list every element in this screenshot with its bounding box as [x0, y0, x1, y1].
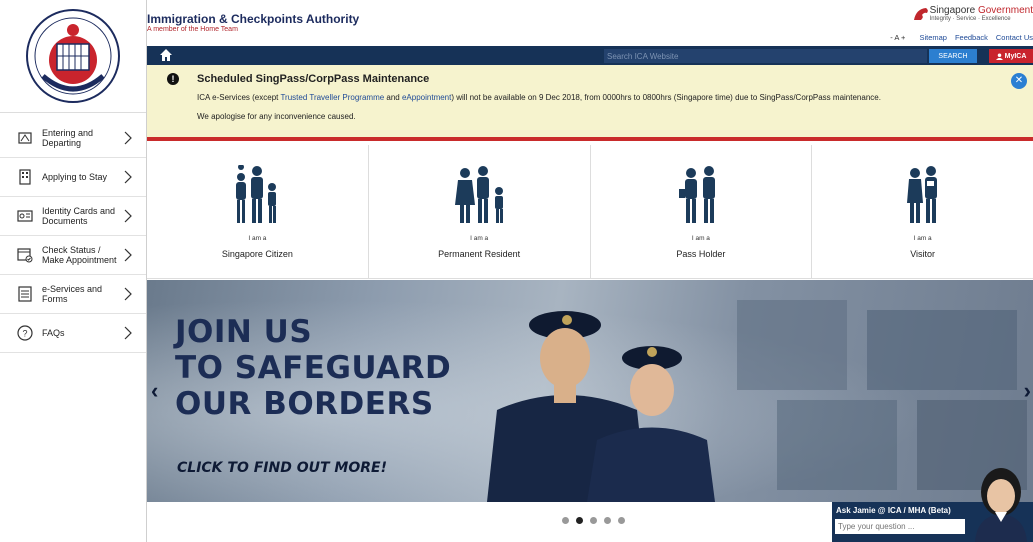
- family-icon: [236, 164, 277, 223]
- persona-prefix: I am a: [913, 235, 932, 242]
- alert-apology: We apologise for any inconvenience cause…: [197, 112, 356, 121]
- eappointment-link[interactable]: eAppointment: [402, 93, 451, 102]
- header: Immigration & Checkpoints Authority A me…: [147, 0, 1033, 45]
- chevron-right-icon: [124, 209, 132, 228]
- close-icon[interactable]: ✕: [1011, 73, 1027, 89]
- next-slide-icon[interactable]: ›: [1024, 378, 1031, 404]
- search-button[interactable]: SEARCH: [929, 49, 977, 63]
- carousel-dot-active[interactable]: [576, 517, 583, 524]
- headline-line: TO SAFEGUARD: [175, 350, 452, 386]
- sidebar-item-label: FAQs: [42, 328, 65, 338]
- gov-name-part1: Singapore: [929, 5, 978, 16]
- contact-us-link[interactable]: Contact Us: [996, 33, 1033, 42]
- alert-body: ICA e-Services (except Trusted Traveller…: [197, 93, 881, 102]
- carousel-dot[interactable]: [590, 517, 597, 524]
- search-input[interactable]: [604, 49, 927, 63]
- sidebar-item-label: Check Status / Make Appointment: [42, 245, 117, 265]
- utility-links: - A + Sitemap Feedback Contact Us: [890, 33, 1033, 42]
- chevron-right-icon: [124, 248, 132, 267]
- feedback-link[interactable]: Feedback: [955, 33, 988, 42]
- org-subtitle: A member of the Home Team: [147, 26, 238, 33]
- ica-logo[interactable]: [0, 0, 146, 113]
- alert-text: ICA e-Services (except: [197, 93, 281, 102]
- svg-text:?: ?: [22, 329, 27, 339]
- form-icon: [16, 285, 34, 303]
- jamie-avatar: [975, 468, 1027, 542]
- hero-banner[interactable]: JOIN US TO SAFEGUARD OUR BORDERS CLICK T…: [147, 280, 1033, 502]
- sidebar-item-label: Applying to Stay: [42, 172, 108, 182]
- myica-label: MyICA: [1004, 52, 1027, 60]
- carousel-dot[interactable]: [618, 517, 625, 524]
- persona-permanent-resident[interactable]: I am a Permanent Resident: [369, 145, 591, 278]
- top-navbar: SEARCH MyICA: [147, 46, 1033, 65]
- text-size-control[interactable]: - A +: [890, 33, 905, 42]
- sitemap-link[interactable]: Sitemap: [919, 33, 947, 42]
- persona-pass-holder[interactable]: I am a Pass Holder: [591, 145, 813, 278]
- persona-prefix: I am a: [248, 235, 267, 242]
- maintenance-alert: ! Scheduled SingPass/CorpPass Maintenanc…: [147, 65, 1033, 141]
- banner-cta[interactable]: CLICK TO FIND OUT MORE!: [177, 460, 387, 476]
- persona-label: Permanent Resident: [438, 249, 521, 259]
- persona-visitor[interactable]: I am a Visitor: [812, 145, 1033, 278]
- exclamation-icon: !: [167, 73, 179, 85]
- headline-line: OUR BORDERS: [175, 386, 434, 422]
- chevron-right-icon: [124, 287, 132, 306]
- gov-name-part2: Government: [977, 5, 1033, 16]
- persona-label: Visitor: [910, 249, 936, 259]
- banner-headline: JOIN US TO SAFEGUARD OUR BORDERS: [175, 314, 451, 422]
- sidebar-item-applying-to-stay[interactable]: Applying to Stay: [0, 158, 146, 197]
- building-icon: [16, 168, 34, 186]
- alert-text: ) will not be available on 9 Dec 2018, f…: [451, 93, 881, 102]
- myica-button[interactable]: MyICA: [989, 49, 1033, 63]
- calendar-check-icon: [16, 246, 34, 264]
- persona-label: Pass Holder: [676, 249, 726, 259]
- carousel-dots: [562, 517, 625, 524]
- alert-text: and: [384, 93, 402, 102]
- page: Entering and Departing Applying to Stay …: [0, 0, 1033, 542]
- persona-singapore-citizen[interactable]: I am a Singapore Citizen: [147, 145, 369, 278]
- alert-title: Scheduled SingPass/CorpPass Maintenance: [197, 73, 430, 85]
- carousel-dot[interactable]: [562, 517, 569, 524]
- persona-prefix: I am a: [691, 235, 710, 242]
- sidebar-item-label: e-Services and Forms: [42, 284, 103, 304]
- ask-jamie-chat: Ask Jamie @ ICA / MHA (Beta): [832, 468, 1033, 542]
- chat-title: Ask Jamie @ ICA / MHA (Beta): [836, 506, 951, 515]
- sidebar: Entering and Departing Applying to Stay …: [0, 0, 147, 542]
- chevron-right-icon: [124, 326, 132, 345]
- tourists-icon: [906, 166, 937, 223]
- previous-slide-icon[interactable]: ‹: [151, 378, 158, 404]
- question-icon: ?: [16, 324, 34, 342]
- family-icon: [455, 166, 504, 223]
- sidebar-item-identity-cards[interactable]: Identity Cards and Documents: [0, 197, 146, 236]
- carousel-dot[interactable]: [604, 517, 611, 524]
- sidebar-item-entering-departing[interactable]: Entering and Departing: [0, 119, 146, 158]
- id-card-icon: [16, 207, 34, 225]
- persona-selector: I am a Singapore Citizen I am a Permanen…: [147, 145, 1033, 279]
- lion-head-icon: [913, 8, 928, 20]
- sidebar-item-label: Entering and Departing: [42, 128, 94, 148]
- headline-line: JOIN US: [175, 314, 313, 350]
- persona-label: Singapore Citizen: [221, 249, 293, 259]
- chevron-right-icon: [124, 170, 132, 189]
- gov-tagline: Integrity · Service · Excellence: [929, 16, 1011, 22]
- chat-question-input[interactable]: [835, 519, 965, 534]
- sidebar-item-check-status[interactable]: Check Status / Make Appointment: [0, 236, 146, 275]
- user-icon: [995, 52, 1003, 60]
- org-title[interactable]: Immigration & Checkpoints Authority: [147, 12, 359, 26]
- chevron-right-icon: [124, 131, 132, 150]
- passport-stamp-icon: [16, 129, 34, 147]
- trusted-traveller-link[interactable]: Trusted Traveller Programme: [280, 93, 384, 102]
- workers-icon: [678, 166, 715, 223]
- sidebar-item-faqs[interactable]: ? FAQs: [0, 314, 146, 353]
- singapore-government-logo[interactable]: Singapore Government Integrity · Service…: [912, 6, 1033, 22]
- sidebar-item-eservices-forms[interactable]: e-Services and Forms: [0, 275, 146, 314]
- sidebar-item-label: Identity Cards and Documents: [42, 206, 116, 226]
- persona-prefix: I am a: [470, 235, 489, 242]
